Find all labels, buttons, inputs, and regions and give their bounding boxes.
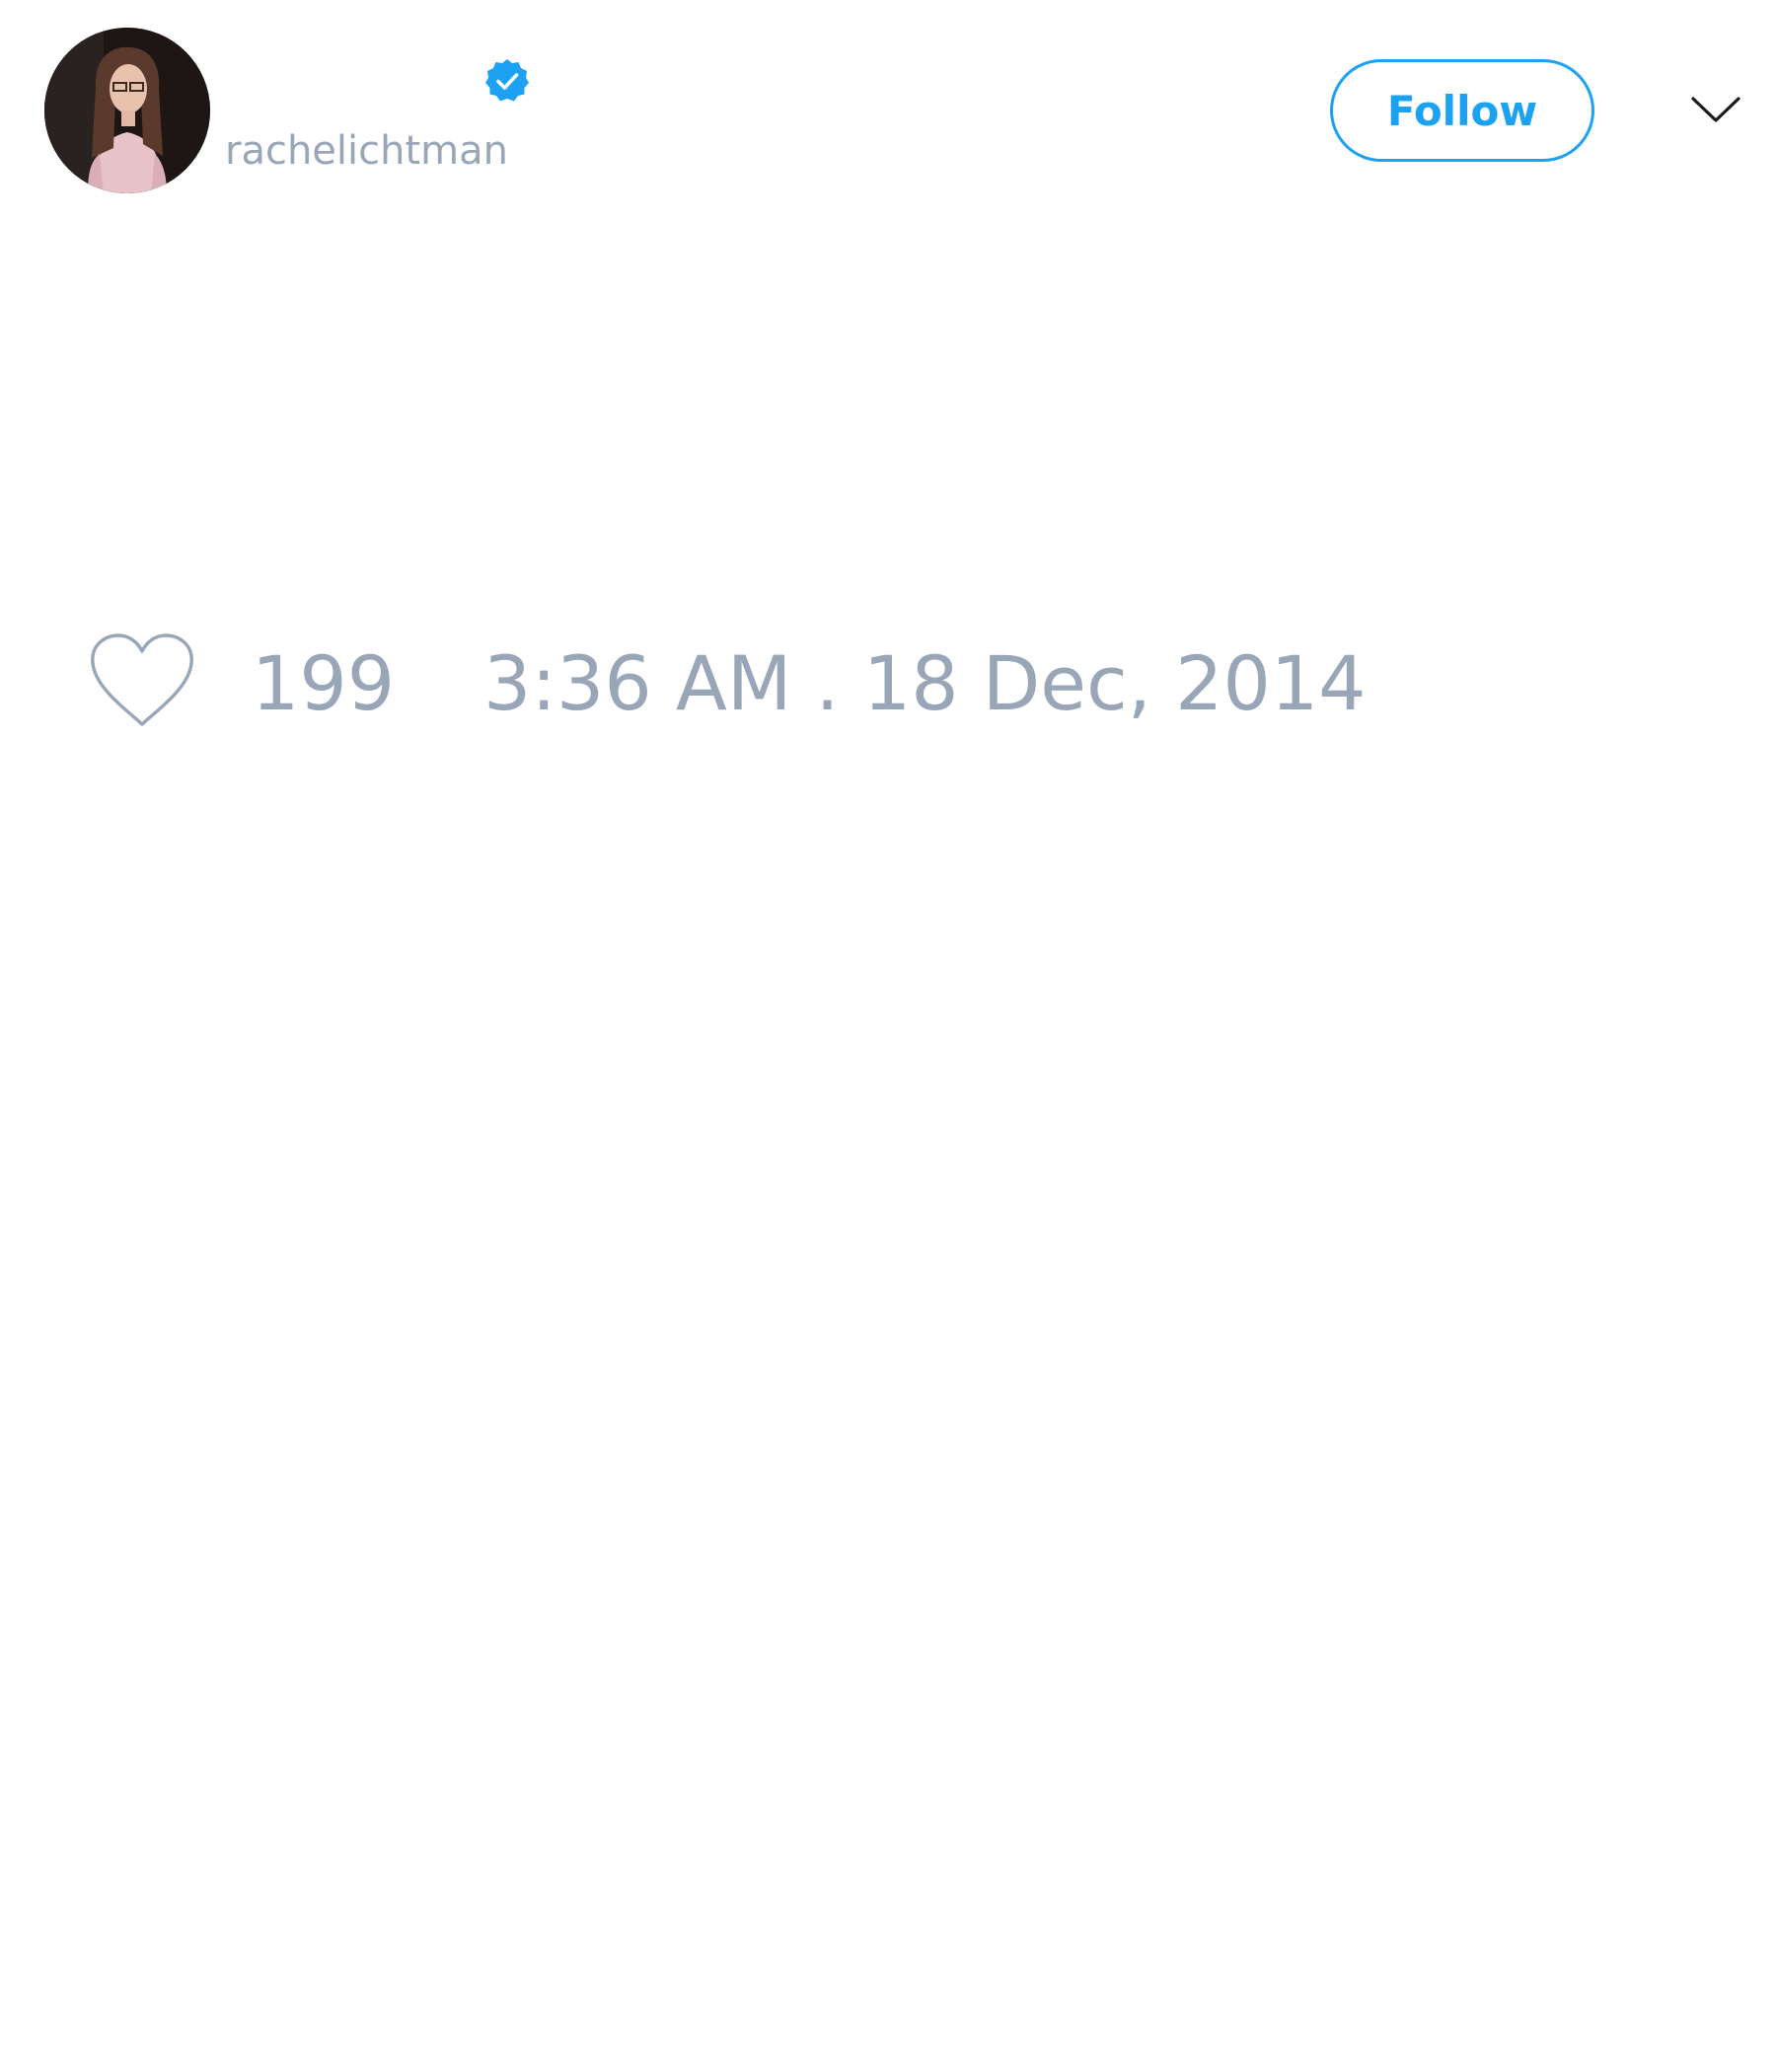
tweet-card: rachelichtman Follow 199 3:36 AM . 18 De… [0, 0, 1776, 2072]
tweet-timestamp[interactable]: 3:36 AM . 18 Dec, 2014 [483, 639, 1367, 728]
avatar[interactable] [44, 28, 210, 193]
like-count: 199 [252, 639, 396, 727]
chevron-down-icon[interactable] [1689, 89, 1742, 128]
follow-button[interactable]: Follow [1330, 59, 1594, 162]
username[interactable]: rachelichtman [225, 126, 508, 176]
verified-badge-icon [485, 59, 529, 102]
heart-outline-icon[interactable] [87, 631, 197, 730]
